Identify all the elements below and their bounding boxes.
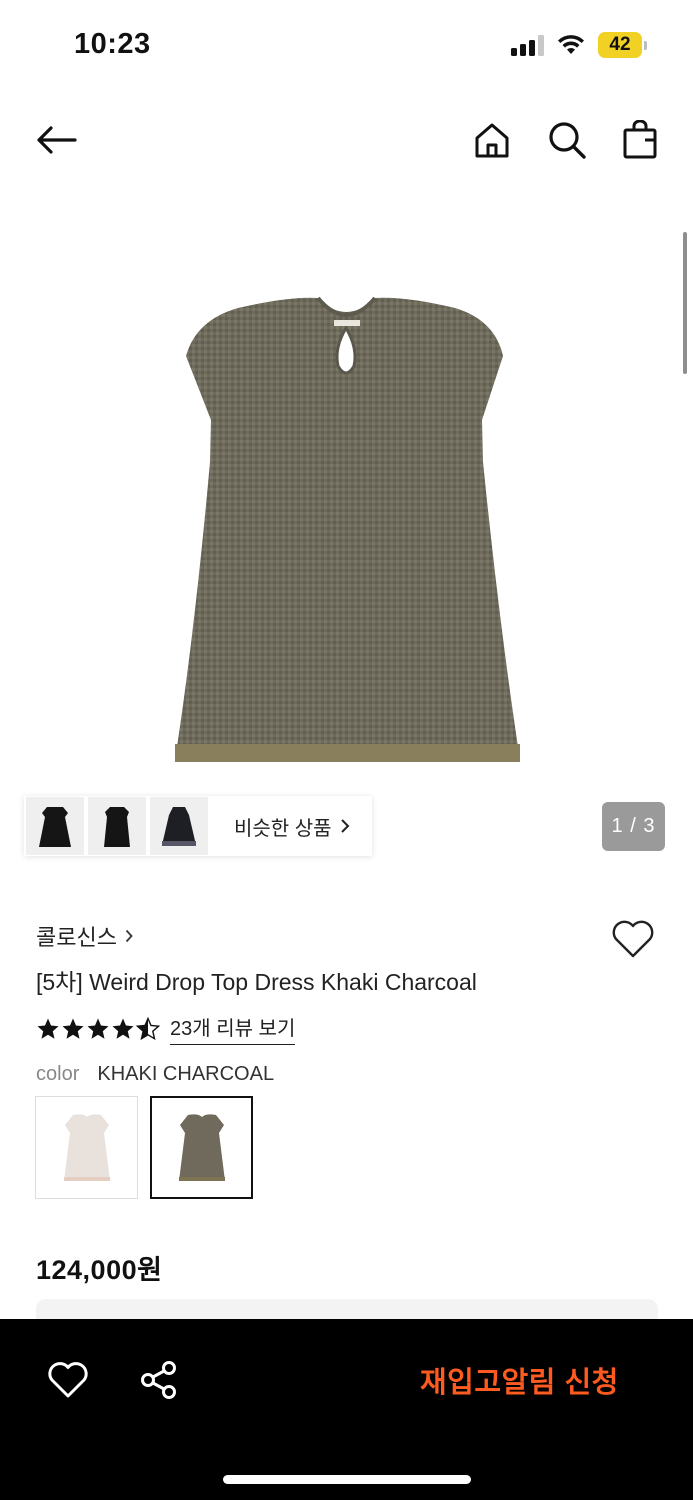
- battery-icon: 42: [598, 32, 647, 58]
- status-time: 10:23: [74, 28, 151, 60]
- bottom-action-bar: 재입고알림 신청: [0, 1319, 693, 1500]
- home-icon[interactable]: [470, 118, 514, 162]
- status-bar: 10:23 42: [0, 0, 693, 90]
- star-icon: [62, 1018, 84, 1039]
- wifi-icon: [558, 35, 584, 54]
- product-image[interactable]: [0, 230, 693, 790]
- back-arrow-icon[interactable]: [34, 118, 78, 162]
- review-link[interactable]: 23개 리뷰 보기: [170, 1012, 296, 1045]
- star-rating: [36, 1016, 160, 1041]
- signal-icon: [511, 34, 544, 56]
- chevron-right-icon: [340, 819, 349, 833]
- home-indicator: [223, 1475, 471, 1484]
- product-price: 124,000원: [36, 1255, 163, 1285]
- scroll-indicator[interactable]: [683, 232, 687, 374]
- brand-name: 콜로신스: [36, 925, 117, 950]
- share-icon: [141, 1361, 176, 1399]
- chevron-right-icon: [125, 929, 133, 943]
- search-icon[interactable]: [545, 118, 589, 162]
- swatch-ivory[interactable]: [35, 1096, 138, 1199]
- color-row: color KHAKI CHARCOAL: [36, 1063, 274, 1086]
- swatch-khaki-charcoal[interactable]: [150, 1096, 253, 1199]
- product-title: [5차] Weird Drop Top Dress Khaki Charcoal: [36, 969, 477, 995]
- similar-products-button[interactable]: 비슷한 상품: [210, 796, 372, 856]
- heart-icon: [48, 1362, 88, 1398]
- color-swatches: [35, 1096, 253, 1199]
- thumbnail-2[interactable]: [88, 797, 146, 855]
- heart-icon: [612, 920, 654, 958]
- star-icon: [87, 1018, 109, 1039]
- shopping-bag-icon[interactable]: [618, 118, 662, 162]
- star-icon: [112, 1018, 134, 1039]
- battery-level: 42: [598, 32, 642, 58]
- brand-link[interactable]: 콜로신스: [36, 920, 133, 952]
- restock-alert-button[interactable]: 재입고알림 신청: [420, 1359, 619, 1401]
- image-pager: 1 / 3: [602, 802, 665, 851]
- star-icon: [37, 1018, 59, 1039]
- rating-row: 23개 리뷰 보기: [36, 1012, 296, 1045]
- color-label: color: [36, 1063, 80, 1085]
- status-icons: 42: [511, 32, 647, 58]
- half-star-icon: [136, 1016, 160, 1040]
- wishlist-button[interactable]: [610, 918, 656, 960]
- share-button[interactable]: [138, 1359, 180, 1401]
- thumbnail-1[interactable]: [26, 797, 84, 855]
- color-value: KHAKI CHARCOAL: [97, 1063, 275, 1085]
- thumbnail-strip: 비슷한 상품: [24, 796, 372, 856]
- top-nav: [0, 110, 693, 166]
- thumbnail-3[interactable]: [150, 797, 208, 855]
- bottom-wishlist-button[interactable]: [46, 1360, 90, 1400]
- similar-products-label: 비슷한 상품: [234, 817, 332, 840]
